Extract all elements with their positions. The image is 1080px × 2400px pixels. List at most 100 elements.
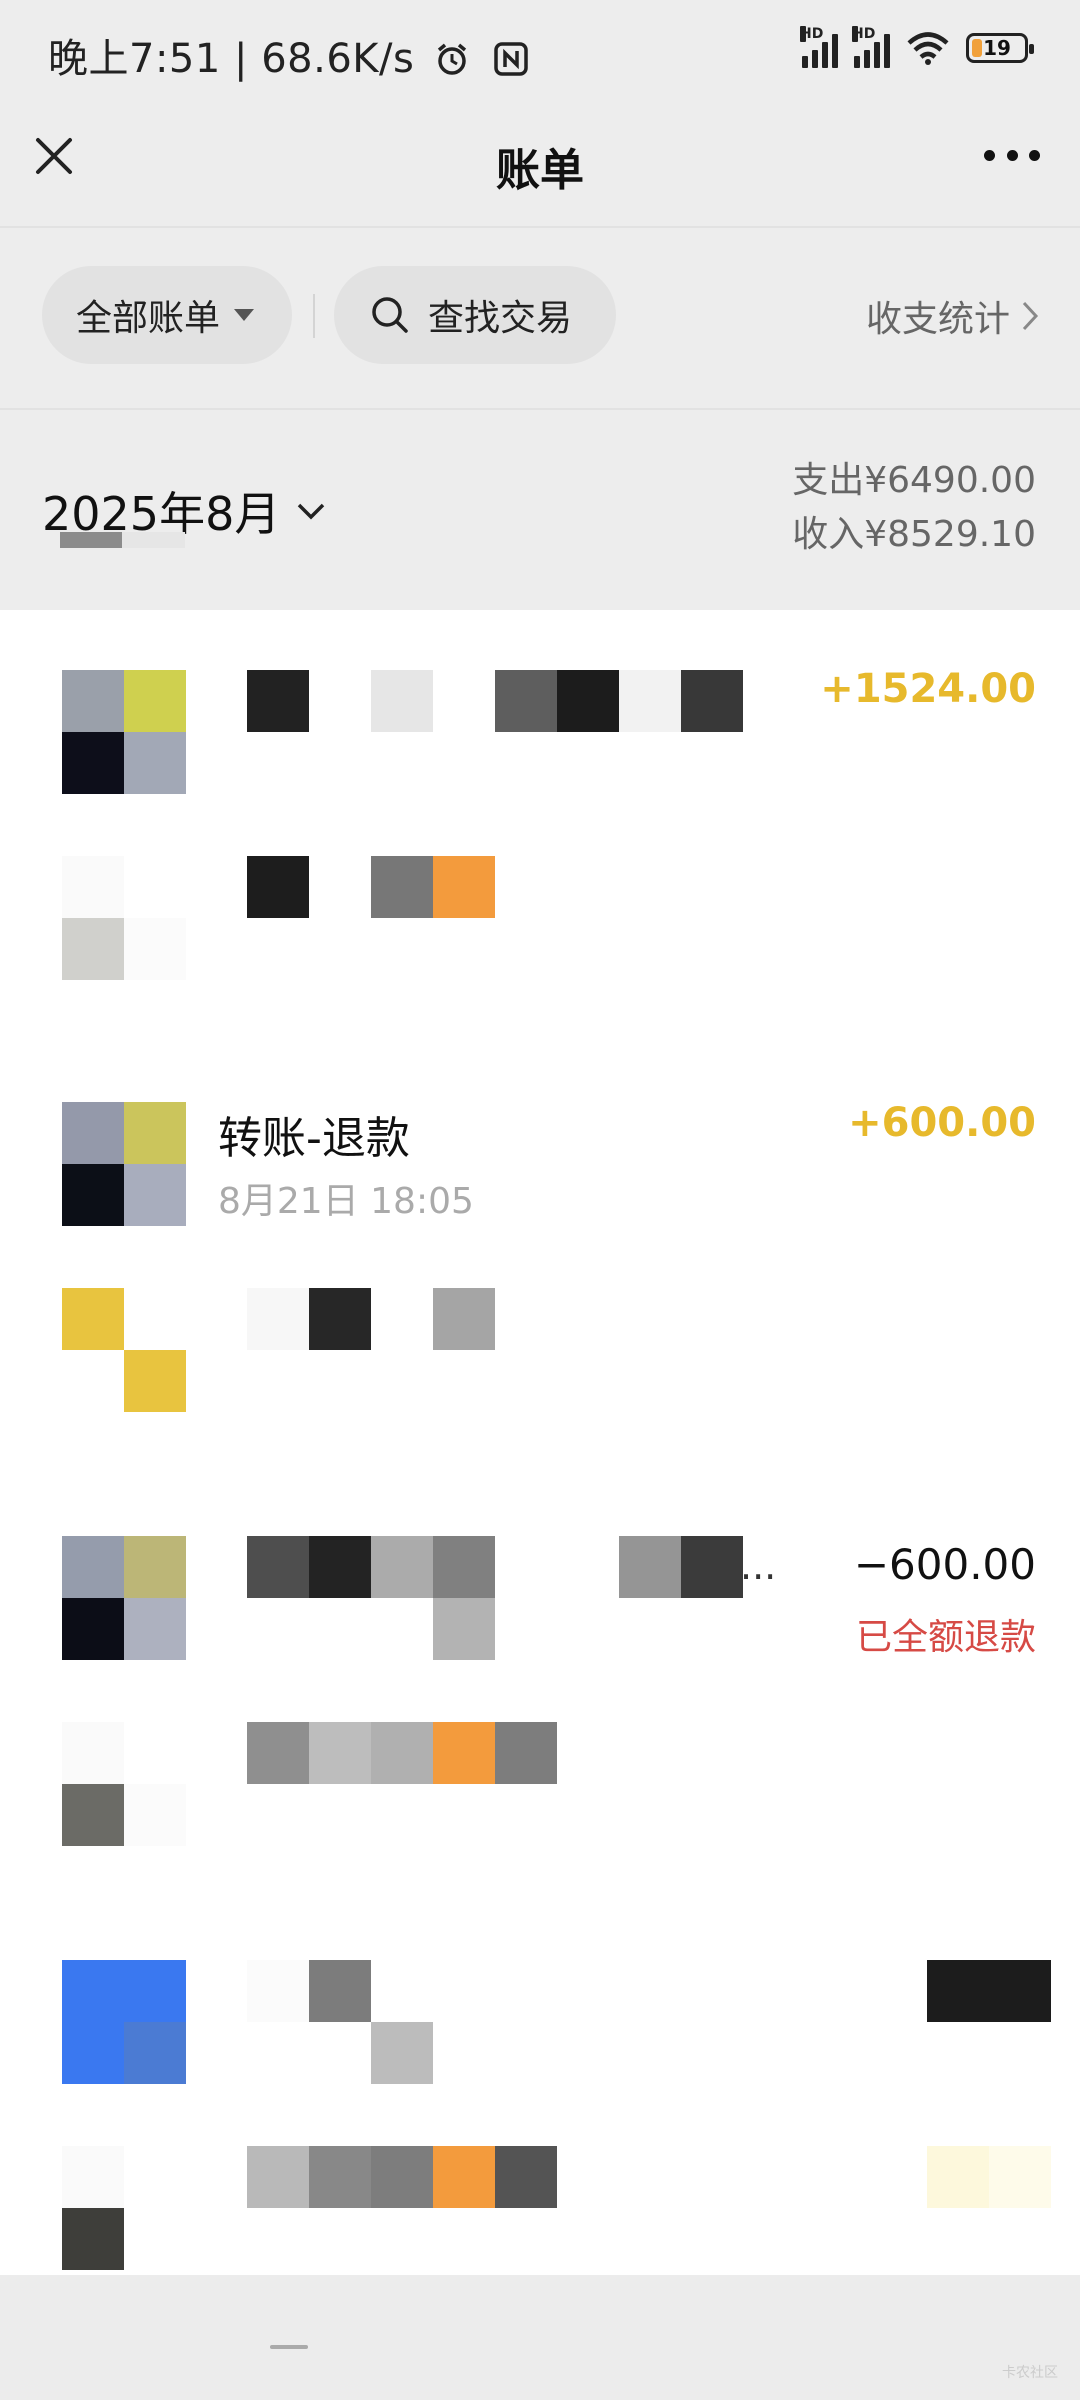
pixelated-title (247, 1960, 309, 2022)
list-item[interactable]: +1524.00 (0, 610, 1080, 1030)
pixel (124, 1164, 186, 1226)
pixel (124, 1536, 186, 1598)
pixel (989, 2146, 1051, 2208)
pixel (309, 1722, 371, 1784)
pixel (619, 670, 681, 732)
pixel (927, 2146, 989, 2208)
pixelated-avatar (62, 1102, 124, 1164)
pixel (124, 670, 186, 732)
title-ellipsis: ... (740, 1544, 777, 1588)
pixel (62, 1722, 124, 1784)
pixel (124, 1960, 186, 2022)
pixel (62, 732, 124, 794)
pixel (371, 856, 433, 918)
pixel (62, 918, 124, 980)
pixel (309, 1536, 371, 1598)
pixel (62, 1598, 124, 1660)
pixelated-avatar (62, 1960, 124, 2022)
pixel (371, 2146, 433, 2208)
pixel (124, 1102, 186, 1164)
pixel (681, 670, 743, 732)
pixel (124, 1598, 186, 1660)
pixel (433, 2146, 495, 2208)
signal-icon: HD (852, 26, 890, 68)
pixel (681, 1536, 743, 1598)
pixelated-avatar (62, 1536, 124, 1598)
pixel (619, 1536, 681, 1598)
divider (313, 294, 315, 338)
alarm-icon (437, 43, 466, 75)
divider (0, 226, 1080, 228)
pixel (62, 1784, 124, 1846)
pixelated-title (247, 670, 309, 732)
list-item[interactable] (0, 1900, 1080, 2275)
refund-status-badge: 已全额退款 (855, 1617, 1036, 1658)
caret-down-icon (234, 309, 255, 321)
watermark: 卡农社区 (1002, 2365, 1058, 2381)
chevron-down-icon (298, 503, 325, 520)
bottom-bar (0, 2275, 1080, 2400)
pixel (62, 2146, 124, 2208)
pixel (62, 1164, 124, 1226)
pixel (371, 1536, 433, 1598)
transaction-title: 转账-退款 (218, 1113, 410, 1164)
pixel (495, 2146, 557, 2208)
pixel (62, 1288, 124, 1350)
pixel (62, 856, 124, 918)
signal-icon: HD (800, 26, 838, 68)
pixel (371, 670, 433, 732)
income-total: 收入¥8529.10 (792, 514, 1036, 555)
blurred-area (60, 532, 122, 548)
more-icon[interactable] (984, 150, 1040, 162)
pixel (247, 856, 309, 918)
pixel (247, 2146, 309, 2208)
transaction-amount: +1524.00 (820, 666, 1036, 712)
pixel (371, 2022, 433, 2084)
pixelated-avatar (62, 670, 124, 732)
income-expense-stats-link[interactable]: 收支统计 (866, 290, 1040, 342)
nfc-icon (494, 42, 528, 76)
search-icon (372, 297, 408, 333)
pixel (124, 2022, 186, 2084)
pixel (433, 1536, 495, 1598)
expense-total: 支出¥6490.00 (792, 460, 1036, 501)
transaction-time: 8月21日 18:05 (218, 1181, 474, 1222)
pixel (62, 2022, 124, 2084)
pixel (247, 1722, 309, 1784)
search-transaction-button[interactable]: 查找交易 (334, 266, 616, 364)
pixel (309, 1288, 371, 1350)
pixel (309, 2146, 371, 2208)
home-indicator[interactable] (270, 2345, 308, 2349)
list-item[interactable]: ... −600.00 已全额退款 (0, 1460, 1080, 1900)
search-label: 查找交易 (428, 298, 573, 339)
pixel (124, 1350, 186, 1412)
pixel (124, 732, 186, 794)
all-bills-dropdown[interactable]: 全部账单 (42, 266, 292, 364)
status-icons: HD HD 19 (800, 26, 1034, 68)
pixel (433, 1722, 495, 1784)
pixel (309, 1960, 371, 2022)
divider (0, 408, 1080, 410)
pixel (433, 1288, 495, 1350)
pixel (124, 918, 186, 980)
pixelated-title (247, 1536, 309, 1598)
page-title: 账单 (496, 145, 584, 196)
pixel (433, 1598, 495, 1660)
pixel (495, 1722, 557, 1784)
transaction-amount: +600.00 (848, 1100, 1036, 1146)
transaction-amount: −600.00 (853, 1540, 1036, 1589)
pixel (433, 856, 495, 918)
pixel (247, 1288, 309, 1350)
list-item[interactable]: 转账-退款 8月21日 18:05 +600.00 (0, 1030, 1080, 1460)
battery-icon: 19 (966, 33, 1034, 63)
wifi-icon (907, 32, 949, 65)
stats-label: 收支统计 (865, 299, 1010, 340)
chevron-right-icon (1022, 301, 1039, 331)
status-time-speed: 晚上7:51 | 68.6K/s (48, 26, 529, 84)
pixel (371, 1722, 433, 1784)
status-bar: 晚上7:51 | 68.6K/s HD HD 19 (0, 0, 1080, 110)
month-totals: 支出¥6490.00 收入¥8529.10 (792, 454, 1036, 562)
all-bills-label: 全部账单 (76, 298, 221, 339)
pixel (62, 2208, 124, 2270)
pixelated-amount (927, 1960, 1051, 2022)
